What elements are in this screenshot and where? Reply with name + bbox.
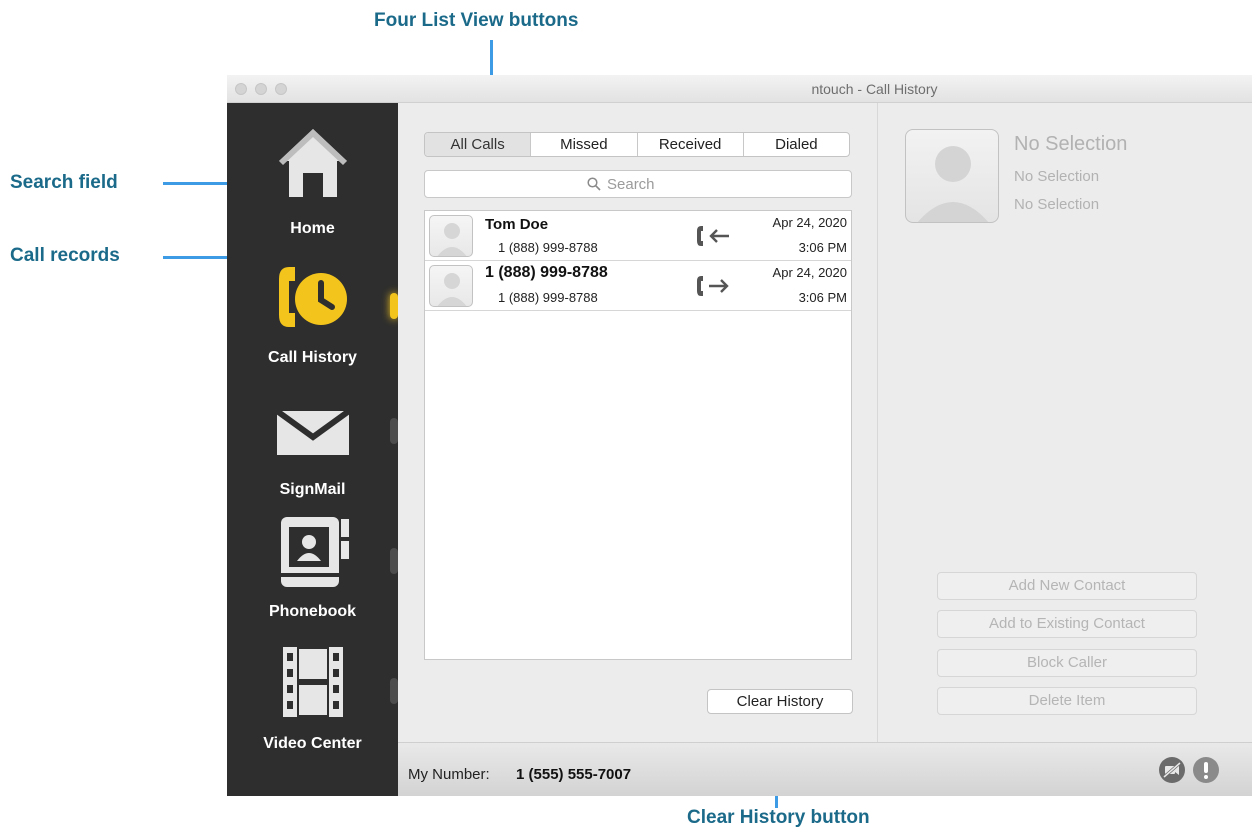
add-to-existing-contact-button[interactable]: Add to Existing Contact [937,610,1197,638]
scroll-nub [390,678,398,704]
call-list-panel: All Calls Missed Received Dialed Search [398,103,878,742]
annotation-call-records: Call records [10,245,120,266]
call-record-number: 1 (888) 999-8788 [498,240,598,255]
person-silhouette-icon [437,273,467,306]
my-number-label: My Number: [408,766,490,783]
clear-history-button[interactable]: Clear History [707,689,853,714]
sidebar-item-signmail[interactable]: SignMail [227,393,398,518]
home-icon [279,129,347,197]
camera-off-icon[interactable] [1158,756,1186,784]
sidebar-item-label: Phonebook [268,603,357,620]
call-history-icon [279,267,347,327]
call-record-date: Apr 24, 2020 [772,265,847,280]
call-record-time: 3:06 PM [798,290,847,305]
envelope-icon [275,408,351,455]
selection-detail: No Selection [1014,168,1100,185]
active-indicator [390,293,398,319]
title-bar: ntouch - Call History [227,75,1252,103]
incoming-call-icon [697,226,729,246]
selection-name: No Selection [1014,133,1128,155]
tab-missed[interactable]: Missed [530,133,636,156]
block-caller-button[interactable]: Block Caller [937,649,1197,677]
delete-item-button[interactable]: Delete Item [937,687,1197,715]
search-placeholder: Search [607,176,655,193]
avatar [905,129,999,223]
call-record-row[interactable]: 1 (888) 999-8788 1 (888) 999-8788 Apr 24… [425,261,851,311]
person-silhouette-icon [437,223,467,256]
tab-all-calls[interactable]: All Calls [425,133,531,156]
person-silhouette-icon [917,146,989,222]
alert-icon[interactable] [1192,756,1220,784]
annotation-list-view-buttons: Four List View buttons [374,10,579,31]
sidebar-item-phonebook[interactable]: Phonebook [227,513,398,643]
phonebook-icon [281,517,349,587]
call-record-date: Apr 24, 2020 [772,215,847,230]
add-new-contact-button[interactable]: Add New Contact [937,572,1197,600]
sidebar-item-label: Call History [268,349,357,366]
call-record-time: 3:06 PM [798,240,847,255]
sidebar: Home Call History SignMail Phonebook Vid… [227,103,398,796]
sidebar-item-label: Home [290,220,335,237]
my-number-value: 1 (555) 555-7007 [516,766,632,783]
avatar [429,265,473,307]
sidebar-item-video-center[interactable]: Video Center [227,643,398,783]
sidebar-item-label: Video Center [263,735,362,752]
sidebar-item-call-history[interactable]: Call History [227,253,398,383]
annotation-search-field: Search field [10,172,118,193]
app-window: ntouch - Call History Home Call History [227,75,1252,796]
list-view-segmented-control: All Calls Missed Received Dialed [424,132,850,157]
tab-dialed[interactable]: Dialed [742,133,849,156]
tab-received[interactable]: Received [636,133,743,156]
call-record-name: 1 (888) 999-8788 [485,264,608,281]
call-record-number: 1 (888) 999-8788 [498,290,598,305]
scroll-nub [390,548,398,574]
avatar [429,215,473,257]
call-record-name: Tom Doe [485,216,549,233]
sidebar-item-home[interactable]: Home [227,103,398,237]
search-icon [587,177,601,191]
selection-detail: No Selection [1014,196,1100,213]
search-input[interactable]: Search [424,170,852,198]
annotation-clear-history-button: Clear History button [687,807,870,828]
scroll-nub [390,418,398,444]
call-records-list: Tom Doe 1 (888) 999-8788 Apr 24, 2020 3:… [424,210,852,660]
call-record-row[interactable]: Tom Doe 1 (888) 999-8788 Apr 24, 2020 3:… [425,211,851,261]
film-icon [283,647,343,717]
sidebar-item-label: SignMail [279,481,346,498]
detail-panel: No Selection No Selection No Selection A… [879,103,1252,742]
window-title: ntouch - Call History [811,81,938,97]
status-bar: My Number: 1 (555) 555-7007 [398,742,1252,796]
outgoing-call-icon [697,276,729,296]
